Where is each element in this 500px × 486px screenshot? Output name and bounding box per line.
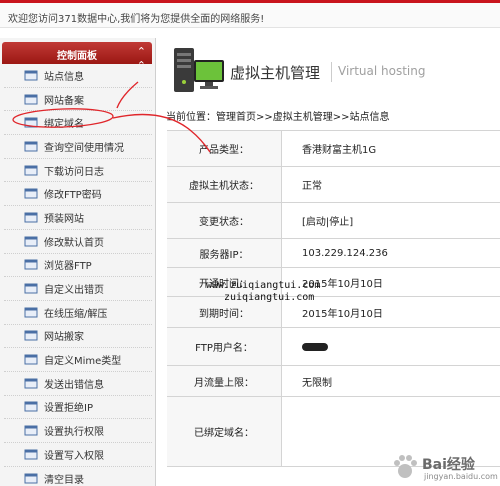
sidebar-item[interactable]: 设置执行权限 <box>4 419 152 443</box>
page-icon <box>24 473 38 484</box>
sidebar-item-label: 修改FTP密码 <box>44 190 102 202</box>
page-icon <box>24 378 38 389</box>
sidebar-item-label: 设置执行权限 <box>44 427 104 439</box>
info-row: 产品类型： 香港财富主机1G <box>167 131 500 167</box>
page-title: 虚拟主机管理 <box>230 64 321 82</box>
page-icon <box>24 236 38 247</box>
page-icon <box>24 212 38 223</box>
sidebar-item-label: 设置写入权限 <box>44 450 104 462</box>
server-monitor-icon <box>174 48 224 92</box>
page-icon <box>24 165 38 176</box>
info-label: 服务器IP： <box>167 239 282 267</box>
page-icon <box>24 259 38 270</box>
info-label: 产品类型： <box>167 131 282 166</box>
info-row: 变更状态： [启动|停止] <box>167 203 500 239</box>
page-icon <box>24 449 38 460</box>
title-divider <box>331 62 332 82</box>
sidebar-item[interactable]: 自定义Mime类型 <box>4 348 152 372</box>
welcome-message: 欢迎您访问371数据中心,我们将为您提供全面的网络服务! <box>8 14 265 25</box>
top-bar: 欢迎您访问371数据中心,我们将为您提供全面的网络服务! <box>0 0 500 28</box>
info-label: FTP用户名： <box>167 328 282 365</box>
page-icon <box>24 283 38 294</box>
top-red-rule <box>0 0 500 3</box>
sidebar-item[interactable]: 绑定域名 <box>4 111 152 136</box>
control-panel-header[interactable]: 控制面板 ⌃ ⌃ <box>2 42 152 72</box>
baidu-jingyan-watermark: Bai经验 jingyan.baidu.com <box>390 446 500 486</box>
sidebar-item-label: 修改默认首页 <box>44 237 104 249</box>
info-label: 虚拟主机状态： <box>167 167 282 202</box>
sidebar-item[interactable]: 查询空间使用情况 <box>4 135 152 159</box>
info-label: 已绑定域名： <box>167 397 282 466</box>
sidebar-item[interactable]: 修改FTP密码 <box>4 182 152 207</box>
page-subtitle: Virtual hosting <box>338 64 426 78</box>
sidebar-item-label: 自定义出错页 <box>44 285 104 297</box>
info-value: 103.229.124.236 <box>302 247 388 259</box>
sidebar-item-label: 网站搬家 <box>44 332 84 344</box>
page-header: 虚拟主机管理 Virtual hosting <box>170 44 500 104</box>
sidebar-menu: 站点信息网站备案绑定域名查询空间使用情况 下载访问日志 修改FTP密码 预装网站修改默… <box>4 64 152 486</box>
sidebar-item[interactable]: 在线压缩/解压 <box>4 301 152 325</box>
breadcrumb: 当前位置：管理首页>>虚拟主机管理>>站点信息 <box>166 112 390 123</box>
sidebar-item-label: 浏览器FTP <box>44 261 92 273</box>
page-icon <box>24 307 38 318</box>
sidebar-item[interactable]: 下载访问日志 <box>4 159 152 183</box>
page-icon <box>24 70 38 81</box>
sidebar-item-label: 绑定域名 <box>44 119 84 131</box>
sidebar-item-label: 查询空间使用情况 <box>44 142 124 154</box>
sidebar-item-label: 网站备案 <box>44 95 84 107</box>
info-row: FTP用户名： <box>167 328 500 366</box>
sidebar-item[interactable]: 发送出错信息 <box>4 372 152 396</box>
sidebar-item[interactable]: 设置写入权限 <box>4 443 152 467</box>
sidebar-item[interactable]: 网站备案 <box>4 88 152 112</box>
page-icon <box>24 330 38 341</box>
info-value: 香港财富主机1G <box>302 145 377 156</box>
info-value[interactable]: [启动|停止] <box>302 203 353 238</box>
page-icon <box>24 425 38 436</box>
bound-domain: www.zuiqiangtui.com <box>206 280 321 291</box>
sidebar-item[interactable]: 预装网站 <box>4 206 152 230</box>
sidebar-item[interactable]: 设置拒绝IP <box>4 396 152 420</box>
sidebar-item-label: 在线压缩/解压 <box>44 308 108 320</box>
page-icon <box>24 141 38 152</box>
page-icon <box>24 117 38 128</box>
sidebar-item-label: 清空目录 <box>44 474 84 486</box>
sidebar-item[interactable]: 清空目录 <box>4 467 152 486</box>
ftp-username-redacted <box>302 328 328 365</box>
bound-domain: zuiqiangtui.com <box>224 292 315 303</box>
page-icon <box>24 354 38 365</box>
info-value: 正常 <box>302 181 322 192</box>
sidebar-item-label: 下载访问日志 <box>44 166 104 178</box>
sidebar: 控制面板 ⌃ ⌃ 站点信息网站备案绑定域名查询空间使用情况 下载访问日志 修改FTP密… <box>0 38 156 486</box>
sidebar-item-label: 设置拒绝IP <box>44 403 93 415</box>
page-icon <box>24 401 38 412</box>
sidebar-item-label: 预装网站 <box>44 213 84 225</box>
info-row: 月流量上限： 无限制 <box>167 366 500 397</box>
info-label: 变更状态： <box>167 203 282 238</box>
paw-logo-icon <box>394 455 417 478</box>
sidebar-item-label: 发送出错信息 <box>44 379 104 391</box>
bound-domains-list: www.zuiqiangtui.com zuiqiangtui.com <box>206 280 320 304</box>
sidebar-item[interactable]: 浏览器FTP <box>4 254 152 278</box>
info-value: 无限制 <box>302 377 332 389</box>
control-panel-title: 控制面板 <box>57 51 97 62</box>
info-label: 月流量上限： <box>167 366 282 396</box>
info-row: 虚拟主机状态： 正常 <box>167 167 500 203</box>
sidebar-item[interactable]: 修改默认首页 <box>4 230 152 254</box>
watermark-text: Bai经验 <box>422 457 475 473</box>
sidebar-item-label: 站点信息 <box>44 71 84 83</box>
sidebar-item-label: 自定义Mime类型 <box>44 356 122 368</box>
page-icon <box>24 94 38 105</box>
sidebar-item[interactable]: 自定义出错页 <box>4 277 152 301</box>
page-icon <box>24 188 38 199</box>
sidebar-item[interactable]: 网站搬家 <box>4 325 152 349</box>
watermark-url: jingyan.baidu.com <box>424 472 498 481</box>
sidebar-item[interactable]: 站点信息 <box>4 64 152 88</box>
info-row: 服务器IP： 103.229.124.236 <box>167 239 500 268</box>
